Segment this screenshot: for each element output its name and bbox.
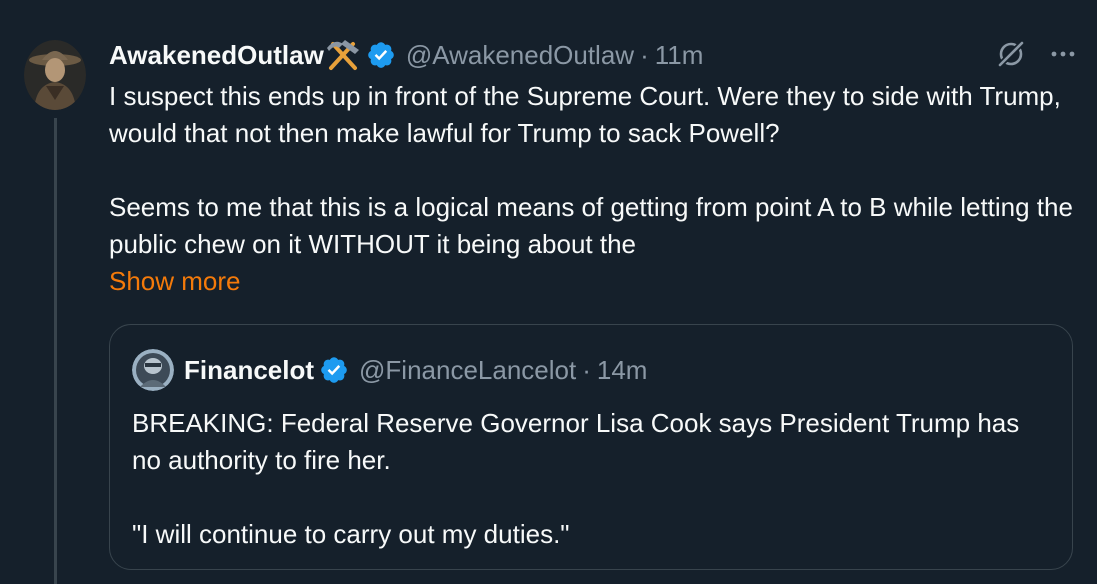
quoted-tweet[interactable]: Financelot @FinanceLancelot · 14m BREAKI… [109,324,1073,570]
quoted-author-handle[interactable]: @FinanceLancelot [359,355,576,386]
show-more-link[interactable]: Show more [109,263,241,300]
tweet-header: AwakenedOutlaw @AwakenedOutlaw · 11m [109,36,1079,74]
quoted-tweet-timestamp[interactable]: 14m [597,355,648,386]
author-handle[interactable]: @AwakenedOutlaw [406,40,634,71]
quoted-author-avatar[interactable] [132,349,174,391]
tweet-text: I suspect this ends up in front of the S… [109,78,1079,263]
quoted-author-display-name[interactable]: Financelot [184,355,314,386]
tweet-actions [995,38,1079,70]
tweet-paragraph: Seems to me that this is a logical means… [109,192,1073,259]
thread-line [54,118,57,584]
separator-dot: · [582,354,591,385]
more-options-icon[interactable] [1047,38,1079,70]
tweet-timestamp[interactable]: 11m [655,40,704,71]
author-avatar[interactable] [24,40,86,110]
tweet-paragraph: I suspect this ends up in front of the S… [109,81,1061,148]
verified-badge-icon [319,355,349,385]
author-display-name[interactable]: AwakenedOutlaw [109,40,324,71]
hammer-and-pick-icon [325,38,361,72]
quoted-tweet-paragraph: BREAKING: Federal Reserve Governor Lisa … [132,408,1020,475]
quoted-tweet-paragraph: "I will continue to carry out my duties.… [132,519,570,549]
grok-icon[interactable] [995,38,1027,70]
verified-badge-icon [366,40,396,70]
tweet[interactable]: AwakenedOutlaw @AwakenedOutlaw · 11m I s… [109,36,1079,300]
quoted-tweet-text: BREAKING: Federal Reserve Governor Lisa … [132,405,1052,553]
separator-dot: · [640,39,649,70]
quoted-tweet-header: Financelot @FinanceLancelot · 14m [132,349,647,391]
